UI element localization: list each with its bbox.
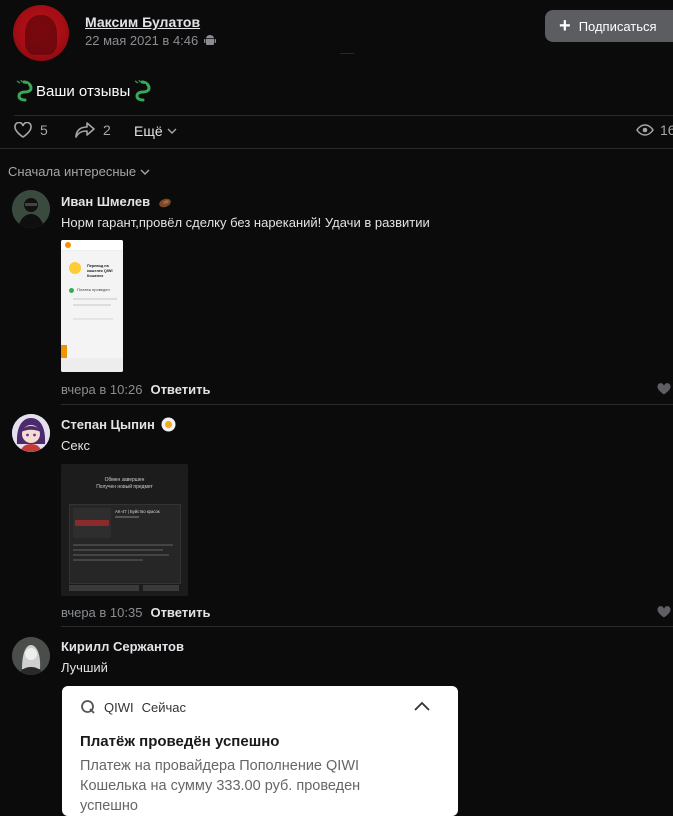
comment-text: Лучший [61,660,108,675]
android-icon [204,35,217,45]
comment-attachment-image[interactable]: QIWI Сейчас Платёж проведён успешно Плат… [62,686,458,816]
comments-sort-dropdown[interactable]: Сначала интересные [8,164,150,179]
notification-body: Платеж на провайдера Пополнение QIWI Кош… [80,758,361,814]
like-count: 5 [40,122,48,138]
commenter-name[interactable]: Иван Шмелев [61,194,172,209]
commenter-avatar[interactable] [12,190,50,228]
rifle-image [75,520,109,526]
attachment-status-text: Платеж проведен [77,287,110,292]
divider [61,626,673,627]
chevron-down-icon [167,128,177,134]
avatar-image [12,190,50,228]
comment-time: вчера в 10:35 [61,605,143,620]
commenter-avatar[interactable] [12,637,50,675]
notification-time: Сейчас [141,699,186,715]
more-label: Ещё [134,123,163,139]
commenter-name[interactable]: Степан Цыпин [61,417,176,432]
qiwi-logo-icon [81,700,95,714]
dragon-emoji-icon [134,80,151,102]
comment-meta: вчера в 10:35 Ответить [61,605,211,620]
sort-label: Сначала интересные [8,164,137,179]
post-text-content: Ваши отзывы [36,82,131,100]
author-avatar[interactable] [13,5,69,61]
author-name-link[interactable]: Максим Булатов [85,14,200,30]
post-date: 22 мая 2021 в 4:46 [85,33,217,48]
dragon-emoji-icon [16,80,33,102]
avatar-image [12,414,50,452]
subscribe-button[interactable]: + Подписаться [545,10,673,42]
share-icon [75,122,95,138]
reply-button[interactable]: Ответить [150,382,210,397]
attachment-line2: Получен новый предмет [96,484,153,490]
more-button[interactable]: Ещё [134,123,177,139]
chevron-down-icon [140,169,150,175]
avatar-image [12,637,50,675]
comment-attachment-image[interactable]: Перевод на кошелек QIWI Кошелек Платеж п… [61,240,123,372]
comment-time: вчера в 10:26 [61,382,143,397]
divider [0,148,673,149]
commenter-avatar[interactable] [12,414,50,452]
like-button[interactable]: 5 [14,122,48,138]
commenter-name-text: Кирилл Сержантов [61,639,184,654]
chevron-up-icon [414,701,430,711]
share-count: 2 [103,122,111,138]
commenter-name-text: Степан Цыпин [61,417,155,432]
comment-meta: вчера в 10:26 Ответить [61,382,211,397]
fried-egg-emoji-icon [161,417,176,432]
heart-icon[interactable] [657,383,671,395]
comment-attachment-image[interactable]: Обмен завершен Получен новый предмет AK-… [61,464,188,596]
reply-button[interactable]: Ответить [150,605,210,620]
post-date-text: 22 мая 2021 в 4:46 [85,33,199,48]
views-counter: 16 [636,122,673,138]
notification-app: QIWI [104,699,134,715]
heart-icon[interactable] [657,606,671,618]
comment-text: Секс [61,438,90,453]
divider [61,404,673,405]
attachment-header-text: Перевод на кошелек QIWI Кошелек [87,264,113,278]
chestnut-emoji-icon [159,198,171,207]
subscribe-label: Подписаться [578,18,657,34]
views-count: 16 [660,122,673,138]
comment-text: Норм гарант,провёл сделку без нареканий!… [61,215,430,230]
plus-icon: + [559,15,571,37]
qiwi-logo-icon [65,242,71,248]
commenter-name[interactable]: Кирилл Сержантов [61,639,184,654]
attachment-line1: Обмен завершен [104,477,145,483]
divider [14,115,673,116]
post-text: Ваши отзывы [14,80,152,102]
eye-icon [636,124,654,136]
attachment-item-name: AK-47 | Буйство красок [115,509,160,514]
commenter-name-text: Иван Шмелев [61,194,151,209]
notification-title: Платёж проведён успешно [80,733,280,750]
heart-icon [14,122,32,138]
background-ghost-text: — [340,44,354,60]
notification-header: QIWI Сейчас [80,699,186,715]
share-button[interactable]: 2 [75,122,111,138]
